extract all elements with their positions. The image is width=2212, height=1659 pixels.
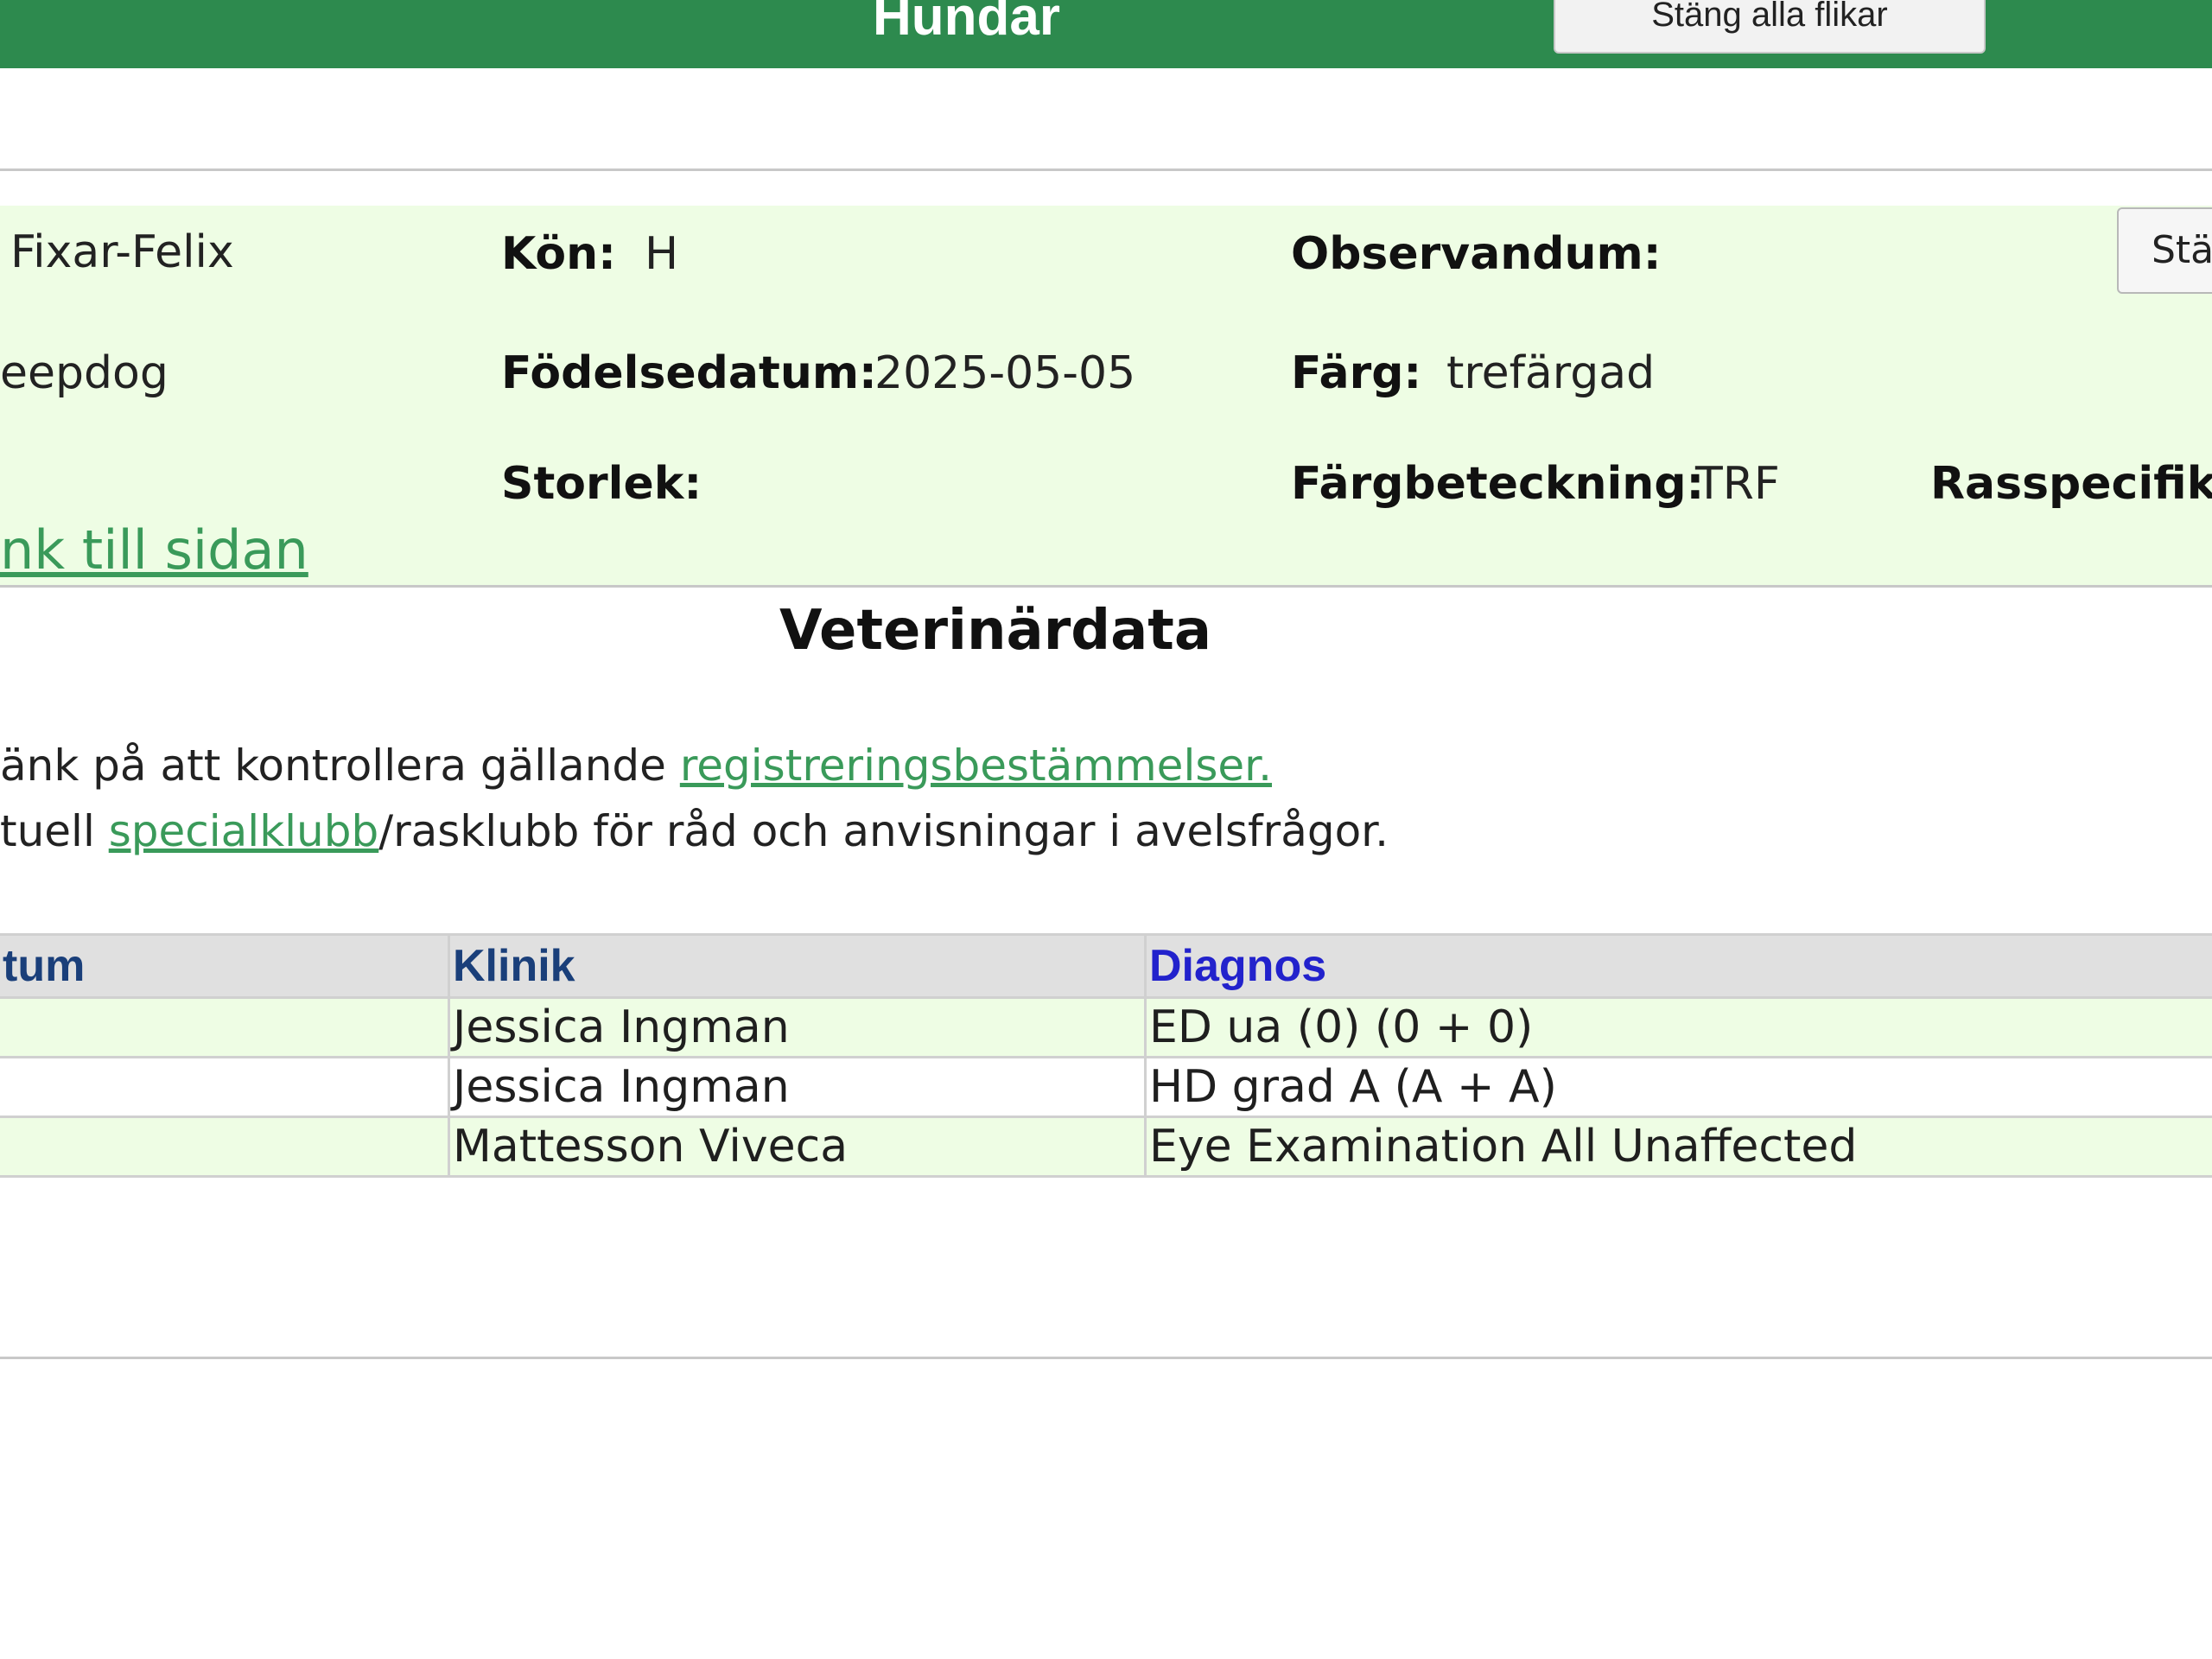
birthdate-value: 2025-05-05: [874, 347, 1136, 399]
divider: [0, 168, 2212, 171]
notice-text: tuell: [0, 806, 109, 856]
gender-value: H: [645, 228, 679, 280]
notice-text: /rasklubb för råd och anvisningar i avel…: [378, 806, 1389, 856]
size-label: Storlek:: [501, 458, 702, 510]
notice-text: änk på att kontrollera gällande: [0, 741, 680, 791]
divider: [0, 1357, 2212, 1359]
table-row: Jessica Ingman ED ua (0) (0 + 0): [0, 996, 2212, 1058]
dog-breed: eepdog: [0, 347, 168, 399]
special-club-link[interactable]: specialklubb: [109, 806, 378, 856]
cell-diagnos: HD grad A (A + A): [1144, 1056, 2212, 1118]
column-header-datum[interactable]: tum: [0, 933, 450, 999]
color-code-label: Färgbeteckning:: [1291, 458, 1705, 510]
table-row: Mattesson Viveca Eye Examination All Una…: [0, 1116, 2212, 1178]
column-header-klinik[interactable]: Klinik: [448, 933, 1147, 999]
vet-table: tum Klinik Diagnos Jessica Ingman ED ua …: [0, 933, 2212, 1178]
cell-diagnos: ED ua (0) (0 + 0): [1144, 996, 2212, 1058]
registration-rules-link[interactable]: registreringsbestämmelser.: [680, 741, 1272, 791]
notice-line-2: tuell specialklubb/rasklubb för råd och …: [0, 804, 1389, 859]
dog-name: Fixar-Felix: [10, 226, 234, 278]
close-all-tabs-button[interactable]: Stäng alla flikar: [1554, 0, 1986, 54]
color-value: trefärgad: [1446, 347, 1656, 399]
color-label: Färg:: [1291, 347, 1422, 399]
cell-klinik: Mattesson Viveca: [448, 1116, 1147, 1178]
table-row: Jessica Ingman HD grad A (A + A): [0, 1056, 2212, 1118]
section-title: Veterinärdata: [779, 599, 1212, 663]
birthdate-label: Födelsedatum:: [501, 347, 877, 399]
cell-datum: [0, 1116, 450, 1178]
observandum-label: Observandum:: [1291, 228, 1662, 280]
cell-klinik: Jessica Ingman: [448, 1056, 1147, 1118]
page-title: Hundar: [873, 0, 1060, 47]
notice-line-1: änk på att kontrollera gällande registre…: [0, 738, 1272, 793]
table-header-row: tum Klinik Diagnos: [0, 933, 2212, 999]
cell-datum: [0, 1056, 450, 1118]
cell-diagnos: Eye Examination All Unaffected: [1144, 1116, 2212, 1178]
gender-label: Kön:: [501, 228, 616, 280]
cell-datum: [0, 996, 450, 1058]
cell-klinik: Jessica Ingman: [448, 996, 1147, 1058]
breed-specific-label: Rasspecifikt:: [1930, 458, 2212, 510]
color-code-value: TRF: [1695, 458, 1780, 510]
side-button[interactable]: Stä: [2117, 207, 2212, 294]
column-header-diagnos[interactable]: Diagnos: [1144, 933, 2212, 999]
page-link[interactable]: nk till sidan: [0, 522, 308, 579]
